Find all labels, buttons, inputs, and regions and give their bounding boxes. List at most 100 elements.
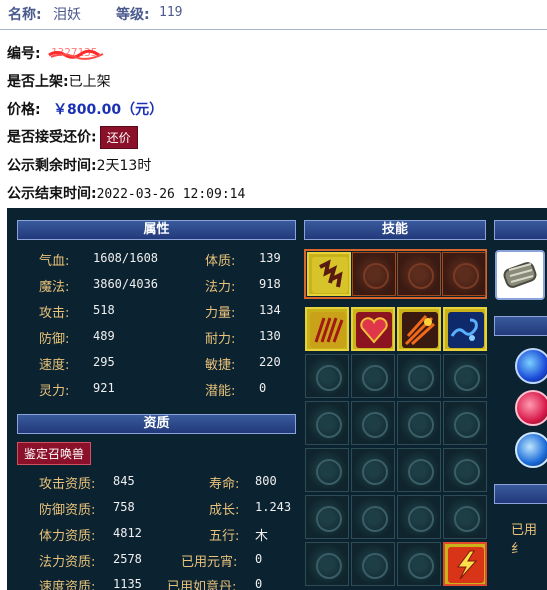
apt-element-label: 五行: — [209, 529, 240, 544]
counter-offer-label: 是否接受还价: — [7, 129, 97, 146]
name-label: 名称: — [8, 7, 42, 23]
skill-slot-1[interactable] — [305, 307, 349, 351]
attr-potential-value: 0 — [259, 381, 267, 395]
special-skill-slot-empty[interactable] — [352, 252, 396, 296]
attr-mp-label: 魔法: — [39, 280, 70, 295]
skill-slot-empty[interactable] — [305, 401, 349, 445]
remaining-time-row: 公示剩余时间:2天13时 — [7, 155, 151, 175]
used-label-partial: 已用纟 — [511, 523, 538, 557]
apt-yuanxiao-label: 已用元宵: — [181, 555, 238, 570]
equipment-slot[interactable] — [495, 250, 545, 300]
apt-lifespan-value: 800 — [255, 474, 277, 488]
skill-slot-empty[interactable] — [351, 448, 395, 492]
skill-slot-empty[interactable] — [351, 401, 395, 445]
neidan-orb-1[interactable] — [515, 348, 547, 384]
id-label: 编号: — [7, 46, 41, 62]
name-value: 泪妖 — [53, 7, 81, 23]
apt-speed-label: 速度资质: — [39, 580, 96, 590]
skill-slot-empty[interactable] — [305, 354, 349, 398]
skill-slot-empty[interactable] — [305, 542, 349, 586]
level-label: 等级: — [116, 7, 150, 23]
attr-speed-value: 295 — [93, 355, 115, 369]
skill-slot-empty[interactable] — [351, 495, 395, 539]
apt-hp-value: 4812 — [113, 526, 142, 540]
listed-label: 是否上架: — [7, 74, 69, 90]
id-value-redacted: 1327135 — [47, 46, 105, 60]
skill-slot-empty[interactable] — [397, 495, 441, 539]
apt-element-value: 木 — [255, 529, 269, 544]
level-value: 119 — [159, 5, 183, 20]
special-skill-slot-empty[interactable] — [442, 252, 486, 296]
attr-magic-value: 918 — [259, 277, 281, 291]
attr-potential-label: 潜能: — [205, 384, 236, 399]
apt-growth-label: 成长: — [209, 503, 240, 518]
skill-slot-empty[interactable] — [305, 448, 349, 492]
rune-icon — [312, 257, 348, 293]
neidan-orb-2[interactable] — [515, 390, 547, 426]
apt-speed-value: 1135 — [113, 577, 142, 590]
apt-lifespan-label: 寿命: — [209, 477, 240, 492]
claw-strike-icon — [310, 312, 346, 348]
neidan-header — [494, 316, 547, 336]
attr-hp-label: 气血: — [39, 254, 70, 269]
skill-slot-empty[interactable] — [443, 354, 487, 398]
apt-growth-value: 1.243 — [255, 500, 292, 514]
attr-constitution-value: 139 — [259, 251, 281, 265]
apt-ruyidan-label: 已用如意丹: — [167, 580, 237, 590]
skill-slot-2[interactable] — [351, 307, 395, 351]
skill-slot-empty[interactable] — [397, 448, 441, 492]
skill-slot-empty[interactable] — [443, 495, 487, 539]
apt-defense-value: 758 — [113, 500, 135, 514]
special-skill-slot[interactable] — [307, 252, 351, 296]
attr-agility-value: 220 — [259, 355, 281, 369]
price-row: 价格: ￥800.00（元） — [7, 99, 163, 119]
bracer-icon — [503, 262, 537, 288]
listed-value: 已上架 — [68, 74, 111, 90]
attr-attack-label: 攻击: — [39, 306, 70, 321]
skill-slot-empty[interactable] — [443, 448, 487, 492]
skill-slot-empty[interactable] — [443, 401, 487, 445]
attr-spirit-label: 灵力: — [39, 384, 70, 399]
price-value: ￥800.00（元） — [53, 102, 164, 118]
attr-hp-value: 1608/1608 — [93, 251, 159, 265]
appraise-pet-button[interactable]: 鉴定召唤兽 — [17, 442, 92, 465]
water-wave-icon — [448, 312, 484, 348]
counter-offer-button[interactable]: 还价 — [99, 126, 138, 149]
id-row: 编号: 1327135 — [7, 43, 105, 63]
right-section-header — [494, 484, 547, 504]
header-bar: 名称: 泪妖 等级: 119 — [0, 0, 547, 30]
skill-slot-3[interactable] — [397, 307, 441, 351]
skill-slot-empty[interactable] — [397, 542, 441, 586]
apt-defense-label: 防御资质: — [39, 503, 96, 518]
attr-strength-label: 力量: — [205, 306, 236, 321]
attr-strength-value: 134 — [259, 303, 281, 317]
apt-magic-label: 法力资质: — [39, 555, 96, 570]
apt-ruyidan-value: 0 — [255, 577, 263, 590]
skills-header: 技能 — [304, 220, 486, 240]
price-label: 价格: — [7, 102, 41, 118]
skill-slot-empty[interactable] — [351, 542, 395, 586]
special-skill-slot-empty[interactable] — [397, 252, 441, 296]
neidan-orb-3[interactable] — [515, 432, 547, 468]
skill-slot-4[interactable] — [443, 307, 487, 351]
end-time-value: 2022-03-26 12:09:14 — [96, 187, 246, 202]
apt-yuanxiao-value: 0 — [255, 552, 263, 566]
special-skill-row — [304, 249, 487, 299]
skill-slot-24[interactable] — [443, 542, 487, 586]
aptitude-header: 资质 — [17, 414, 296, 434]
skill-slot-empty[interactable] — [397, 354, 441, 398]
end-time-label: 公示结束时间: — [7, 186, 97, 202]
skill-slot-empty[interactable] — [397, 401, 441, 445]
skill-slot-empty[interactable] — [351, 354, 395, 398]
lightning-icon — [448, 547, 484, 583]
apt-attack-label: 攻击资质: — [39, 477, 96, 492]
listed-row: 是否上架:已上架 — [7, 71, 111, 91]
heart-icon — [356, 312, 392, 348]
remaining-time-value: 2天13时 — [96, 158, 152, 174]
pet-detail-panel: 属性 气血: 1608/1608 魔法: 3860/4036 攻击: 518 防… — [7, 208, 547, 590]
attr-mp-value: 3860/4036 — [93, 277, 159, 291]
attr-agility-label: 敏捷: — [205, 358, 236, 373]
skill-slot-empty[interactable] — [305, 495, 349, 539]
remaining-time-label: 公示剩余时间: — [7, 158, 97, 174]
apt-attack-value: 845 — [113, 474, 135, 488]
